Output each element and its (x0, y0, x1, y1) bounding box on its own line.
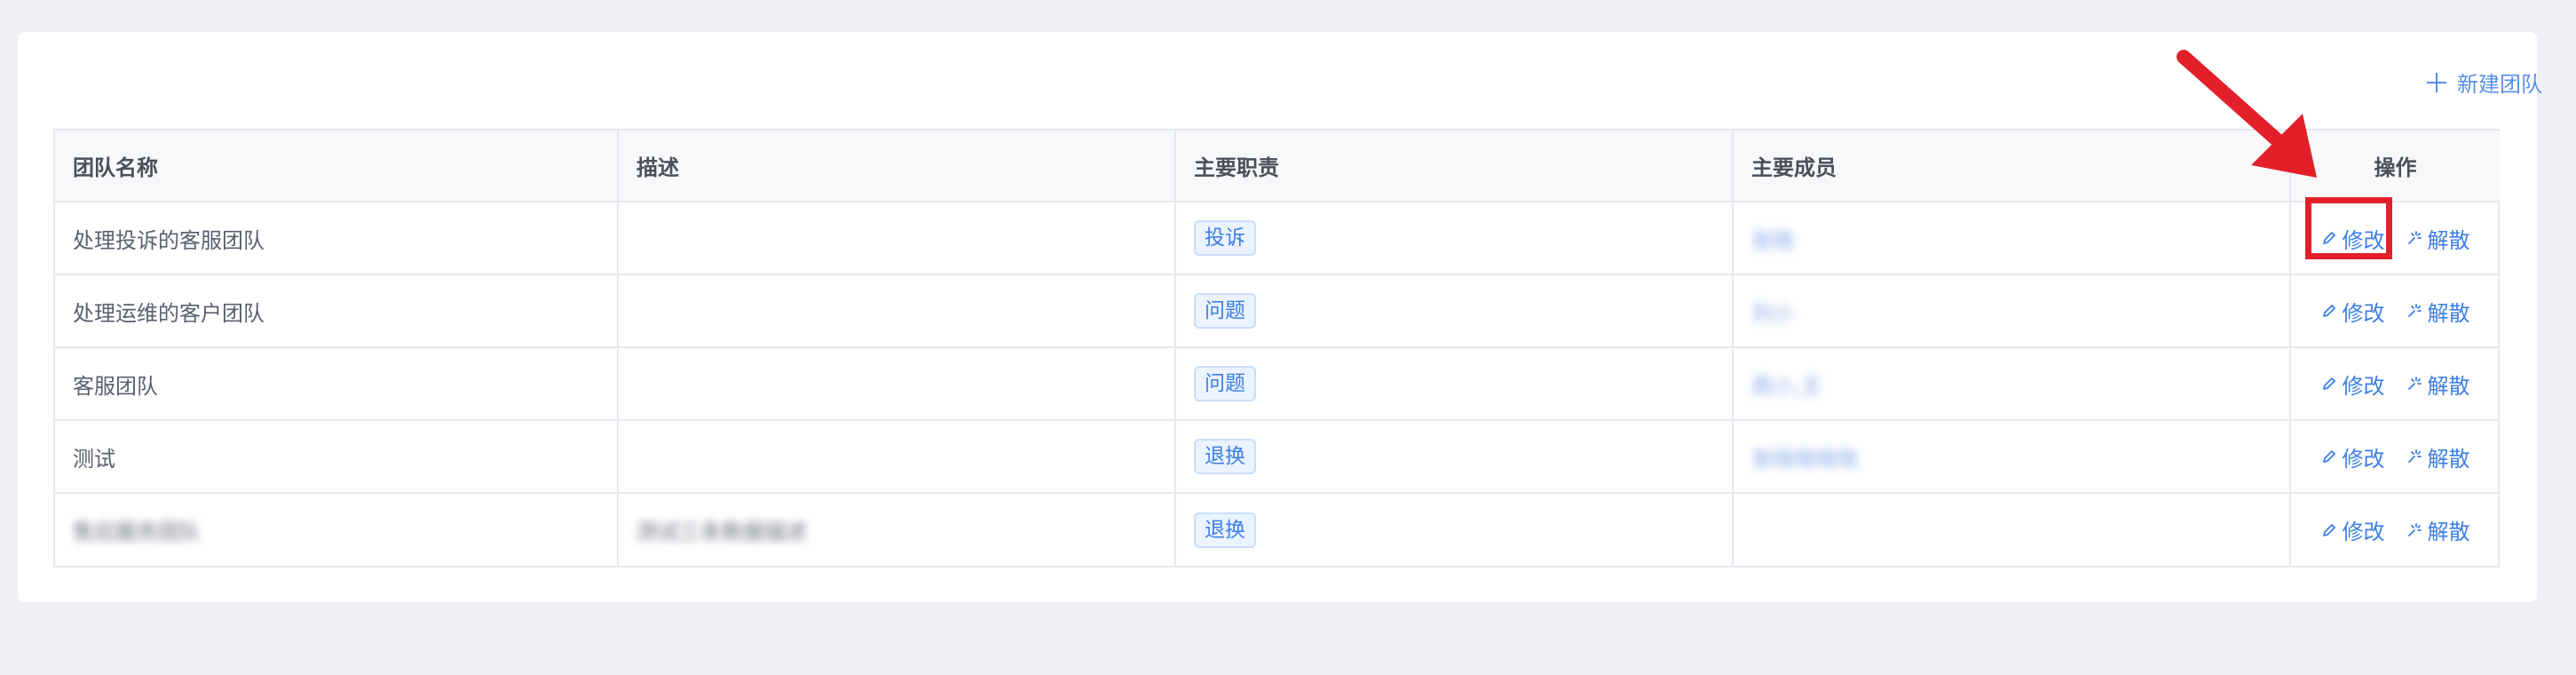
member-cell: 张晓晓晓晓 (1733, 420, 2291, 494)
edit-button[interactable]: 修改 (2321, 369, 2385, 400)
team-name-cell: 客服团队 (55, 347, 619, 421)
member-cell: 周小,王 (1733, 347, 2291, 421)
dissolve-icon (2407, 522, 2422, 536)
member-link[interactable]: 张晓晓晓晓 (1751, 447, 1858, 472)
edit-label: 修改 (2342, 300, 2385, 326)
dissolve-label: 解散 (2427, 227, 2470, 253)
edit-button[interactable]: 修改 (2321, 296, 2385, 327)
member-cell: 刘小 (1733, 274, 2291, 348)
dissolve-label: 解散 (2427, 300, 2470, 326)
description-text: 测试三条数据描述 (636, 520, 807, 544)
member-cell: 张晓 (1733, 202, 2291, 275)
duty-cell: 退换 (1175, 420, 1734, 494)
member-link[interactable]: 张晓 (1751, 228, 1794, 253)
edit-button[interactable]: 修改 (2321, 514, 2385, 545)
dissolve-icon (2407, 377, 2422, 390)
member-link[interactable]: 刘小 (1751, 301, 1794, 326)
column-header-duty: 主要职责 (1175, 131, 1734, 202)
edit-button[interactable]: 修改 (2321, 223, 2385, 254)
duty-tag: 投诉 (1194, 220, 1256, 256)
dissolve-button[interactable]: 解散 (2406, 296, 2470, 327)
table-row: 客服团队 问题 周小,王 修改 解散 (55, 347, 2500, 421)
description-cell (618, 420, 1176, 494)
pencil-icon (2322, 377, 2335, 390)
team-name-text: 售后服务团队 (73, 520, 201, 544)
description-cell: 测试三条数据描述 (618, 493, 1176, 566)
column-header-members: 主要成员 (1733, 131, 2291, 202)
plus-icon (2427, 72, 2446, 92)
duty-tag: 问题 (1194, 366, 1256, 401)
dissolve-button[interactable]: 解散 (2406, 223, 2470, 254)
dissolve-label: 解散 (2427, 520, 2470, 544)
duty-tag: 问题 (1194, 293, 1256, 329)
duty-tag: 退换 (1194, 439, 1256, 474)
edit-button[interactable]: 修改 (2321, 441, 2385, 472)
table-header-row: 团队名称 描述 主要职责 主要成员 操作 (55, 131, 2500, 202)
actions-cell: 修改 解散 (2290, 420, 2500, 494)
edit-label: 修改 (2342, 446, 2385, 472)
actions-cell: 修改 解散 (2290, 493, 2500, 566)
duty-cell: 退换 (1175, 493, 1734, 566)
duty-cell: 问题 (1175, 274, 1734, 348)
add-team-label: 新建团队 (2457, 72, 2542, 97)
team-name-cell: 测试 (55, 420, 619, 494)
actions-cell: 修改 解散 (2290, 274, 2500, 348)
dissolve-button[interactable]: 解散 (2406, 369, 2470, 400)
column-header-description: 描述 (618, 131, 1176, 202)
edit-label: 修改 (2342, 373, 2385, 399)
column-header-actions: 操作 (2290, 131, 2500, 202)
dissolve-icon (2407, 449, 2422, 463)
dissolve-icon (2407, 231, 2422, 244)
column-header-team-name: 团队名称 (55, 131, 619, 202)
add-team-button[interactable]: 新建团队 (2427, 67, 2542, 98)
team-table: 团队名称 描述 主要职责 主要成员 操作 处理投诉的客服团队 投诉 张晓 修改 (53, 129, 2500, 568)
table-row: 售后服务团队 测试三条数据描述 退换 修改 解散 (55, 493, 2500, 566)
pencil-icon (2322, 450, 2335, 463)
pencil-icon (2322, 232, 2335, 244)
member-cell (1733, 493, 2291, 566)
team-name-cell: 处理运维的客户团队 (55, 274, 619, 348)
description-cell (618, 202, 1176, 275)
duty-cell: 投诉 (1175, 202, 1734, 275)
team-name-cell: 处理投诉的客服团队 (55, 202, 619, 275)
duty-tag: 退换 (1194, 512, 1256, 548)
actions-cell: 修改 解散 (2290, 202, 2500, 275)
dissolve-icon (2407, 304, 2422, 317)
table-row: 处理运维的客户团队 问题 刘小 修改 解散 (55, 274, 2500, 348)
edit-label: 修改 (2342, 520, 2385, 544)
team-name-cell: 售后服务团队 (55, 493, 619, 566)
description-cell (618, 347, 1176, 421)
duty-cell: 问题 (1175, 347, 1734, 421)
dissolve-label: 解散 (2427, 373, 2470, 399)
dissolve-button[interactable]: 解散 (2406, 441, 2470, 472)
dissolve-label: 解散 (2427, 446, 2470, 472)
table-row: 测试 退换 张晓晓晓晓 修改 解散 (55, 420, 2500, 494)
actions-cell: 修改 解散 (2290, 347, 2500, 421)
edit-label: 修改 (2342, 227, 2385, 253)
pencil-icon (2322, 523, 2335, 536)
pencil-icon (2322, 305, 2335, 317)
table-row: 处理投诉的客服团队 投诉 张晓 修改 解散 (55, 202, 2500, 275)
member-link[interactable]: 周小,王 (1751, 374, 1822, 399)
dissolve-button[interactable]: 解散 (2406, 514, 2470, 545)
description-cell (618, 274, 1176, 348)
